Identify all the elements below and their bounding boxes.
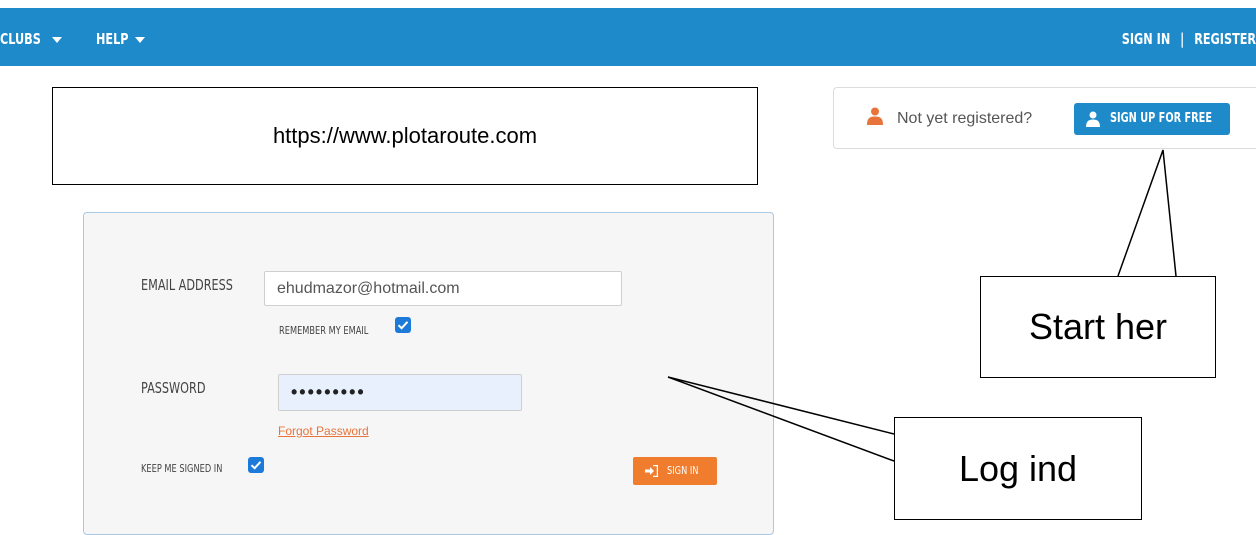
start-here-callout: Start her: [980, 276, 1216, 378]
login-callout-pointer: [667, 376, 895, 462]
start-here-callout-text: Start her: [1028, 306, 1168, 347]
start-callout-pointer: [1117, 149, 1177, 277]
login-callout: Log ind: [894, 417, 1142, 520]
login-callout-text: Log ind: [958, 447, 1078, 489]
